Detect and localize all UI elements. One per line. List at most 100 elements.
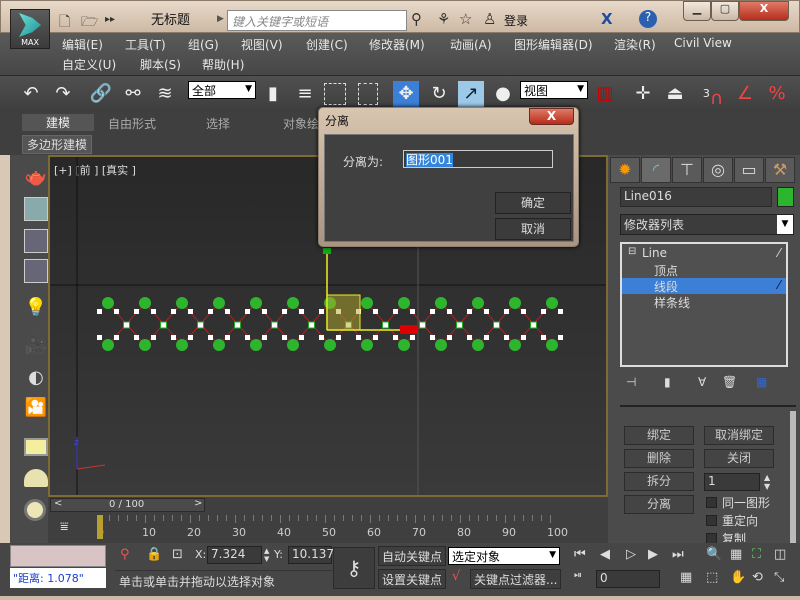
select-and-scale-icon[interactable]: ↗ [458,81,484,107]
menu-customize[interactable]: 自定义(U) [62,56,116,73]
modify-tab-icon[interactable]: ◜ [641,157,671,183]
login-button[interactable]: 登录 [504,12,528,29]
next-frame-icon[interactable]: ▶ [648,547,658,562]
viewport-layout-icon[interactable] [24,438,48,456]
teapot-icon[interactable]: 🫖 [24,167,48,191]
select-by-name-icon[interactable]: ≡ [292,81,318,107]
time-configuration-icon[interactable]: ▦ [680,570,692,585]
new-file-icon[interactable]: 🗋 [59,11,70,35]
go-to-end-icon[interactable]: ⏭ [672,547,684,562]
reorient-checkbox[interactable] [706,515,717,526]
selection-filter-dropdown[interactable]: 全部 [188,81,256,99]
select-object-icon[interactable]: ▮ [260,81,286,107]
stack-item-vertex[interactable]: 顶点 [622,262,786,278]
lock-icon[interactable]: 🔒 [146,547,162,562]
render-frame-icon[interactable] [24,197,48,221]
unlink-icon[interactable]: ⚯ [120,81,146,107]
link-icon[interactable]: 🔗 [88,81,114,107]
select-and-rotate-icon[interactable]: ↻ [426,81,452,107]
bind-button[interactable]: 绑定 [624,426,694,445]
rectangle-selection-icon[interactable] [324,83,346,105]
zoom-icon[interactable]: 🔍 [706,547,722,562]
frame-counter[interactable]: 0 / 100 [109,499,144,510]
set-key-mode-icon[interactable]: ⚷ [333,547,375,589]
menu-modifiers[interactable]: 修改器(M) [369,36,425,53]
motion-tab-icon[interactable]: ◎ [703,157,733,183]
maxscript-listener[interactable] [10,545,106,567]
unbind-button[interactable]: 取消绑定 [704,426,774,445]
create-tab-icon[interactable]: ✹ [610,157,640,183]
dome-icon[interactable] [24,469,48,487]
menu-tools[interactable]: 工具(T) [125,36,166,53]
divide-button[interactable]: 拆分 [624,472,694,491]
tab-selection[interactable]: 选择 [206,115,230,132]
reference-coordinate-dropdown[interactable]: 视图 [520,81,588,99]
detach-button[interactable]: 分离 [624,495,694,514]
binoculars-icon[interactable]: ⚲ [411,10,422,28]
video-camera-icon[interactable]: 🎦 [24,397,48,421]
search-input[interactable]: 键入关键字或短语 [227,10,407,31]
window-crossing-icon[interactable] [358,83,378,105]
maximize-button[interactable]: ▢ [711,1,739,21]
curve-editor-icon[interactable]: ⩸ [60,519,69,535]
configure-sets-icon[interactable]: ▦ [756,375,767,389]
menu-civil-view[interactable]: Civil View [674,36,732,50]
panel-scrollbar[interactable] [790,411,796,543]
menu-group[interactable]: 组(G) [188,36,219,53]
snaps-toggle-icon[interactable]: 3∩ [700,81,726,109]
user-icon[interactable]: ♙ [483,10,496,28]
menu-animation[interactable]: 动画(A) [450,36,492,53]
close-button[interactable]: X [739,1,789,21]
satellite-icon[interactable]: ⚘ [437,10,450,28]
utilities-tab-icon[interactable]: ⚒ [765,157,795,183]
ok-button[interactable]: 确定 [495,192,571,214]
current-frame-input[interactable]: 0 [596,570,660,588]
key-mode-dropdown[interactable]: 选定对象 [448,547,560,565]
menu-edit[interactable]: 编辑(E) [62,36,103,53]
chevron-down-icon[interactable]: ▼ [777,215,793,234]
exchange-icon[interactable]: X [601,10,613,28]
stack-item-line[interactable]: ⊟ Line ⁄ [622,246,786,262]
keyboard-shortcut-override-icon[interactable]: ⏏ [662,81,688,107]
time-cursor[interactable] [97,515,103,539]
play-icon[interactable]: ▷ [626,547,636,562]
pivot-point-icon[interactable]: ▥ [592,81,618,107]
go-to-start-icon[interactable]: ⏮ [574,547,586,562]
app-menu-button[interactable]: MAX [10,9,50,49]
object-color-swatch[interactable] [777,187,794,207]
zoom-all-icon[interactable]: ▦ [730,547,742,562]
pan-icon[interactable]: ✋ [730,570,746,585]
x-coordinate-input[interactable]: 7.324 [207,546,262,564]
select-and-move-icon[interactable]: ✥ [393,81,419,107]
orbit-icon[interactable]: ⟲ [752,570,763,585]
auto-key-button[interactable]: 自动关键点 [378,546,447,566]
hierarchy-tab-icon[interactable]: ⊤ [672,157,702,183]
stack-item-segment[interactable]: 线段 ⁄ [622,278,786,294]
redo-icon[interactable]: ↷ [50,81,76,107]
more-icon[interactable]: ▸▸ [105,14,115,25]
absolute-mode-icon[interactable]: ⊡ [172,547,183,562]
tab-modeling[interactable]: 建模 [22,114,95,131]
maxscript-output[interactable]: "距离: 1.078" [10,568,106,588]
expand-icon[interactable]: ▶ [217,14,224,24]
same-shape-checkbox[interactable] [706,497,717,508]
next-frame-icon[interactable]: > [194,498,202,509]
percent-snap-icon[interactable]: % [764,81,790,107]
close-spline-button[interactable]: 关闭 [704,449,774,468]
select-manipulate-icon[interactable]: ✛ [630,81,656,107]
menu-scripting[interactable]: 脚本(S) [140,56,181,73]
help-icon[interactable]: ? [639,10,657,28]
sphere-icon[interactable] [24,499,46,521]
detach-name-input[interactable]: 图形001 [403,150,553,168]
tab-freeform[interactable]: 自由形式 [108,115,156,132]
x-spinner-icon[interactable]: ▲ ▼ [264,547,269,563]
layer-manager-icon[interactable] [24,259,48,283]
menu-help[interactable]: 帮助(H) [202,56,244,73]
camera-sequencer-icon[interactable]: ◐ [24,367,48,391]
bind-space-warp-icon[interactable]: ≋ [152,81,178,107]
track-bar[interactable]: 0102030405060708090100 [97,515,568,541]
pin-stack-icon[interactable]: ⊣ [626,375,636,389]
menu-rendering[interactable]: 渲染(R) [614,36,656,53]
spinner-icon[interactable]: ▲ ▼ [764,473,770,491]
prev-frame-icon[interactable]: < [54,498,62,509]
